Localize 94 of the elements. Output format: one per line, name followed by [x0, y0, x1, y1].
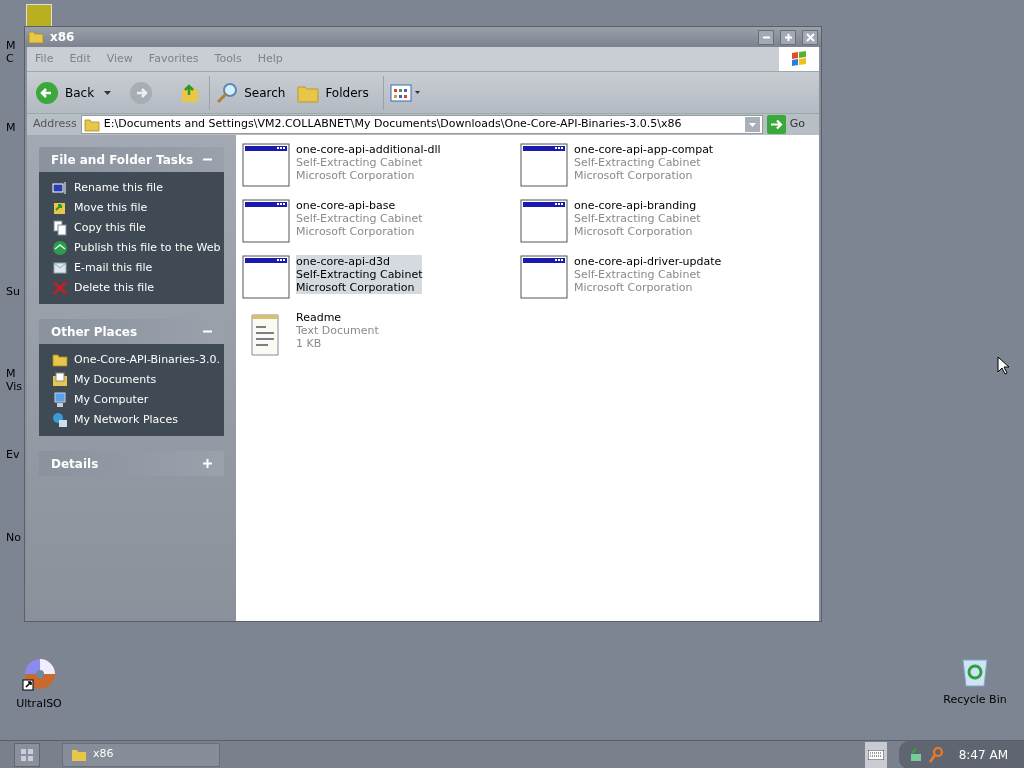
icon-label: M	[6, 120, 16, 136]
address-label: Address	[33, 116, 77, 133]
task-link[interactable]: Rename this file	[74, 179, 163, 197]
task-link[interactable]: My Network Places	[74, 411, 178, 429]
start-button[interactable]	[14, 742, 40, 767]
file-type: Self-Extracting Cabinet	[574, 268, 702, 281]
minimize-button[interactable]	[758, 29, 774, 45]
panel-title: Details	[51, 455, 99, 473]
search-icon[interactable]	[928, 746, 943, 763]
panel-title: Other Places	[51, 323, 138, 341]
search-button[interactable]: Search	[216, 80, 286, 105]
task-link[interactable]: One-Core-API-Binaries-3.0.	[74, 351, 220, 369]
views-button[interactable]	[389, 83, 420, 102]
keyboard-icon[interactable]	[864, 741, 887, 768]
mail-icon	[52, 260, 68, 276]
file-label[interactable]: Readme Text Document 1 KB	[296, 311, 379, 350]
icon-label[interactable]: UltraISO	[16, 696, 62, 713]
task-link[interactable]: Publish this file to the Web	[74, 239, 221, 257]
file-type: Self-Extracting Cabinet	[574, 212, 701, 225]
file-name: one-core-api-branding	[574, 199, 698, 212]
file-type: Self-Extracting Cabinet	[574, 156, 702, 169]
file-name: one-core-api-additional-dll	[296, 143, 441, 156]
clock: 8:47 AM	[958, 746, 1008, 764]
disc-icon	[22, 658, 56, 692]
file-label[interactable]: one-core-api-app-compat Self-Extracting Cabinet Microsoft Corporation	[574, 143, 714, 182]
copy-icon	[52, 220, 68, 236]
file-detail: Microsoft Corporation	[296, 169, 416, 182]
go-button[interactable]: Go	[766, 115, 813, 134]
file-name: Readme	[296, 311, 343, 324]
task-link[interactable]: Delete this file	[74, 279, 154, 297]
file-type: Text Document	[296, 324, 379, 337]
windows-icon	[21, 748, 33, 761]
file-detail: Microsoft Corporation	[574, 281, 694, 294]
file-type: Self-Extracting Cabinet	[296, 268, 423, 281]
file-type: Self-Extracting Cabinet	[296, 156, 424, 169]
file-detail: Microsoft Corporation	[574, 169, 694, 182]
folder-icon	[71, 747, 87, 762]
icon-label: Vis	[6, 379, 23, 395]
views-icon	[389, 83, 412, 102]
window-icon	[520, 255, 568, 299]
file-type: Self-Extracting Cabinet	[296, 212, 423, 225]
dropdown-icon[interactable]	[104, 90, 112, 95]
file-label[interactable]: one-core-api-d3d Self-Extracting Cabinet Microsoft Corporation	[296, 255, 423, 294]
icon-label[interactable]: Recycle Bin	[943, 692, 1007, 709]
icon-label: M	[6, 366, 16, 382]
back-button[interactable]: Back	[35, 80, 99, 105]
rename-icon	[52, 180, 68, 196]
computer-icon	[52, 392, 68, 408]
folders-button[interactable]: Folders	[297, 82, 369, 103]
recycle-bin-icon	[960, 656, 990, 688]
icon-label: Su	[6, 284, 20, 300]
file-name: one-core-api-d3d	[296, 255, 391, 268]
file-detail: Microsoft Corporation	[296, 281, 416, 294]
window-icon	[242, 255, 290, 299]
plus-icon	[783, 32, 793, 42]
flag-logo	[790, 51, 808, 67]
caret-icon	[414, 91, 420, 94]
file-detail: Microsoft Corporation	[296, 225, 416, 238]
panel-title: File and Folder Tasks	[51, 151, 194, 169]
folder-icon	[52, 352, 68, 368]
icon-label: C	[6, 51, 14, 67]
address-field[interactable]: E:\Documents and Settings\VM2.COLLABNET\My Documents\Downloads\One-Core-API-Binaries-3.0.5\x86	[80, 115, 763, 134]
forward-icon[interactable]	[129, 80, 154, 105]
task-link[interactable]: E-mail this file	[74, 259, 153, 277]
task-link[interactable]: My Documents	[74, 371, 157, 389]
window-icon	[242, 199, 290, 243]
task-link[interactable]: Move this file	[74, 199, 148, 217]
documents-icon	[52, 372, 68, 388]
window-title: x86	[50, 29, 76, 46]
window-icon	[520, 199, 568, 243]
file-detail: 1 KB	[296, 337, 323, 350]
file-label[interactable]: one-core-api-additional-dll Self-Extracting Cabinet Microsoft Corporation	[296, 143, 441, 182]
close-button[interactable]	[802, 29, 818, 45]
file-name: one-core-api-driver-update	[574, 255, 722, 268]
task-link[interactable]: My Computer	[74, 391, 149, 409]
icon-label: Ev	[6, 447, 20, 463]
icon-label: No	[6, 530, 21, 546]
move-icon	[52, 200, 68, 216]
icon-label: M	[6, 38, 16, 54]
close-icon	[805, 32, 815, 42]
delete-icon	[52, 280, 68, 296]
mouse-cursor	[997, 356, 1009, 375]
file-label[interactable]: one-core-api-base Self-Extracting Cabinet Microsoft Corporation	[296, 199, 423, 238]
task-link[interactable]: Copy this file	[74, 219, 146, 237]
file-label[interactable]: one-core-api-driver-update Self-Extracting Cabinet Microsoft Corporation	[574, 255, 722, 294]
file-name: one-core-api-app-compat	[574, 143, 714, 156]
window-icon	[520, 143, 568, 187]
expand-icon[interactable]	[203, 459, 212, 468]
file-label[interactable]: one-core-api-branding Self-Extracting Cabinet Microsoft Corporation	[574, 199, 701, 238]
maximize-button[interactable]	[780, 29, 796, 45]
file-name: one-core-api-base	[296, 199, 397, 212]
window-icon	[242, 143, 290, 187]
folder-icon	[83, 116, 100, 133]
file-detail: Microsoft Corporation	[574, 225, 694, 238]
